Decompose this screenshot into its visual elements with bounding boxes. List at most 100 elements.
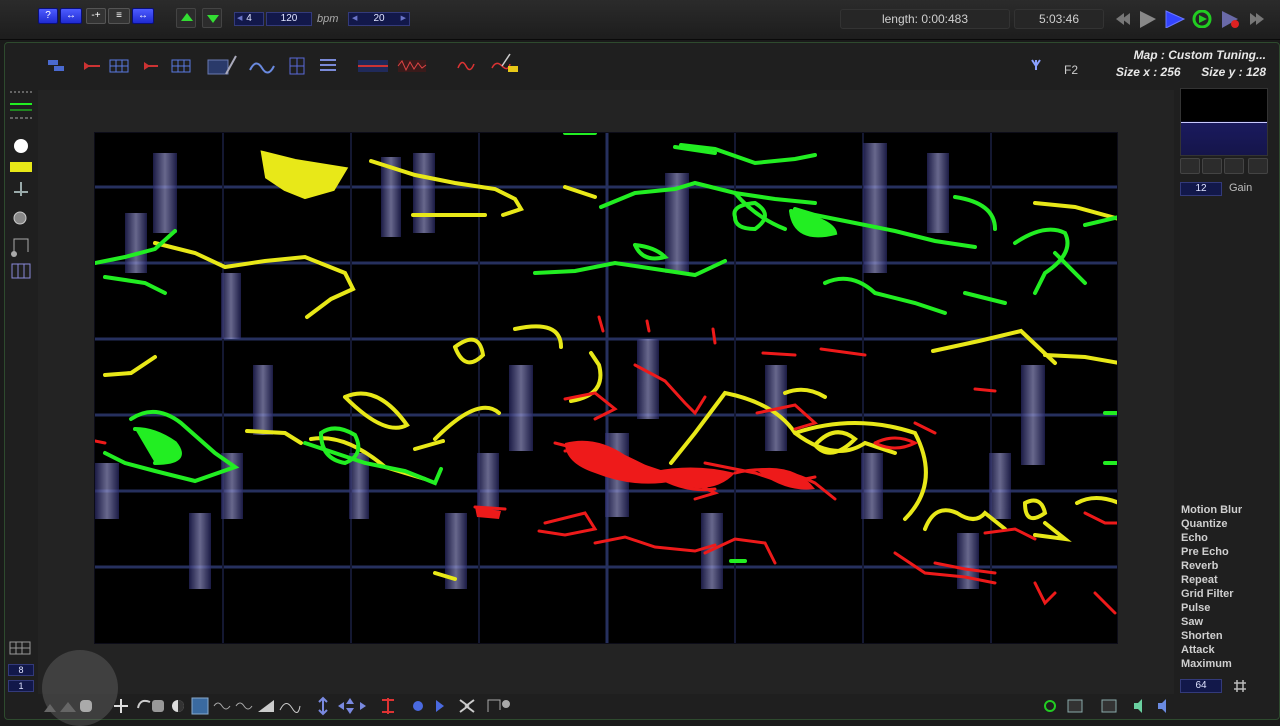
move-icon[interactable]: [114, 699, 128, 713]
effect-item[interactable]: Motion Blur: [1181, 503, 1277, 517]
grid-blue-icon-2[interactable]: [171, 59, 191, 73]
up-arrow-icon: [181, 13, 193, 21]
image-icon[interactable]: [207, 59, 229, 75]
settings-icon[interactable]: [1248, 158, 1268, 174]
effect-item[interactable]: Pre Echo: [1181, 545, 1277, 559]
equalizer-icon[interactable]: [358, 60, 388, 72]
left-num-top[interactable]: 8: [8, 664, 34, 676]
move-red-icon-2[interactable]: [144, 62, 158, 70]
brush-circle-icon[interactable]: [14, 139, 28, 153]
transport-controls: [1116, 10, 1264, 28]
rotate-icon[interactable]: [137, 699, 151, 709]
map-info: Map : Custom Tuning... Size x : 256 Size…: [1116, 48, 1266, 79]
window-icon-2[interactable]: [1101, 699, 1117, 713]
sine-red-icon[interactable]: [457, 61, 475, 71]
beats-value: 4: [246, 13, 252, 24]
note-grid-icon[interactable]: [11, 263, 31, 279]
map-title: Map : Custom Tuning...: [1133, 48, 1266, 62]
effect-item[interactable]: Saw: [1181, 615, 1277, 629]
decrement-icon: ◀: [237, 15, 243, 22]
window-icon[interactable]: [1067, 699, 1083, 713]
grid-blue-icon[interactable]: [109, 59, 129, 73]
hand-icon[interactable]: [80, 700, 92, 712]
divisions-field[interactable]: ◀ 20 ▶: [348, 12, 410, 26]
shortcut-label: F2: [1064, 63, 1079, 77]
left-num-bottom[interactable]: 1: [8, 680, 34, 692]
resolution-field[interactable]: 64: [1180, 679, 1222, 693]
transform-icon[interactable]: [14, 182, 28, 196]
record-play-icon[interactable]: [1222, 11, 1239, 28]
decrement-icon: ◀: [352, 15, 358, 22]
top-bar: ? ↔ -+ ≡ ↔ ◀ 4 120 bpm ◀ 20 ▶ length: 0:…: [0, 0, 1280, 40]
effect-item[interactable]: Repeat: [1181, 573, 1277, 587]
spectral-canvas[interactable]: [94, 132, 1118, 644]
contrast-icon[interactable]: [172, 700, 184, 712]
effect-item[interactable]: Pulse: [1181, 601, 1277, 615]
ramp-icon[interactable]: [258, 700, 274, 712]
effect-item[interactable]: Maximum: [1181, 657, 1277, 671]
effect-item[interactable]: Echo: [1181, 531, 1277, 545]
wave-tool-icon[interactable]: [213, 702, 231, 710]
left-toolbar: [9, 91, 32, 655]
effect-item[interactable]: Grid Filter: [1181, 587, 1277, 601]
gain-label: Gain: [1229, 182, 1253, 194]
color-swatch-icon[interactable]: [10, 162, 32, 172]
tempo-field[interactable]: 120: [266, 12, 312, 26]
effect-item[interactable]: Quantize: [1181, 517, 1277, 531]
keyboard-grid-icon[interactable]: [9, 641, 31, 655]
help-button[interactable]: ?: [38, 8, 58, 24]
note-icon[interactable]: [11, 238, 29, 257]
move-red-icon[interactable]: [84, 62, 100, 70]
fit-height-icon[interactable]: [382, 698, 394, 714]
arrange-icon[interactable]: [48, 60, 64, 71]
tuning-fork-icon[interactable]: [1031, 59, 1041, 70]
blue-drop-icon[interactable]: [413, 701, 423, 711]
rewind-icon[interactable]: [1116, 13, 1130, 25]
fast-forward-icon[interactable]: [1250, 13, 1264, 25]
size-y-label: Size y : 128: [1201, 65, 1266, 79]
play-icon[interactable]: [1140, 11, 1156, 28]
nav-arrows-icon[interactable]: [338, 698, 366, 714]
signature-icon[interactable]: [279, 703, 301, 713]
gain-field[interactable]: 12: [1180, 182, 1222, 196]
play-small-icon[interactable]: [436, 700, 444, 712]
up-arrow-button[interactable]: [176, 8, 196, 28]
volume-icon[interactable]: [1158, 699, 1166, 713]
wave-tool-icon-2[interactable]: [235, 702, 253, 710]
bottom-toolbar: [44, 696, 1166, 716]
length-display: length: 0:00:483: [840, 9, 1010, 29]
note-shift-icon[interactable]: [487, 699, 510, 712]
play-blue-icon[interactable]: [1165, 10, 1186, 28]
zoom-vertical-icon[interactable]: [318, 696, 328, 716]
hand-icon[interactable]: [1180, 158, 1200, 174]
speaker-icon[interactable]: [1134, 699, 1142, 713]
down-arrow-button[interactable]: [202, 8, 222, 28]
increment-icon: ▶: [400, 15, 406, 22]
minus-plus-button[interactable]: -+: [86, 8, 106, 24]
sine-brush-icon[interactable]: [491, 53, 518, 72]
preview-line: [1181, 122, 1267, 123]
green-line-icon[interactable]: [10, 103, 32, 111]
effect-item[interactable]: Shorten: [1181, 629, 1277, 643]
arrows-button[interactable]: ↔: [60, 8, 82, 24]
wave-blue-icon[interactable]: [249, 62, 275, 74]
blend-icon[interactable]: [13, 211, 27, 225]
layers-icon[interactable]: [320, 59, 336, 71]
grid-tool-icon[interactable]: [289, 57, 305, 75]
spectrum-icon[interactable]: [397, 60, 427, 72]
align-button[interactable]: ≡: [108, 8, 130, 24]
flat-icon[interactable]: [1224, 158, 1244, 174]
effect-item[interactable]: Reverb: [1181, 559, 1277, 573]
fit-width-icon[interactable]: [459, 699, 475, 713]
expand-button[interactable]: ↔: [132, 8, 154, 24]
select-tool-icon[interactable]: [191, 697, 209, 715]
beats-field[interactable]: ◀ 4: [234, 12, 264, 26]
size-x-label: Size x : 256: [1115, 65, 1181, 79]
pan-icon[interactable]: [1044, 700, 1056, 712]
effect-item[interactable]: Attack: [1181, 643, 1277, 657]
rotate-icon[interactable]: [1202, 158, 1222, 174]
loop-icon[interactable]: [1192, 10, 1212, 28]
mountain-icon[interactable]: [44, 702, 76, 712]
grid-icon[interactable]: [1232, 678, 1248, 694]
grab-icon[interactable]: [152, 700, 164, 712]
